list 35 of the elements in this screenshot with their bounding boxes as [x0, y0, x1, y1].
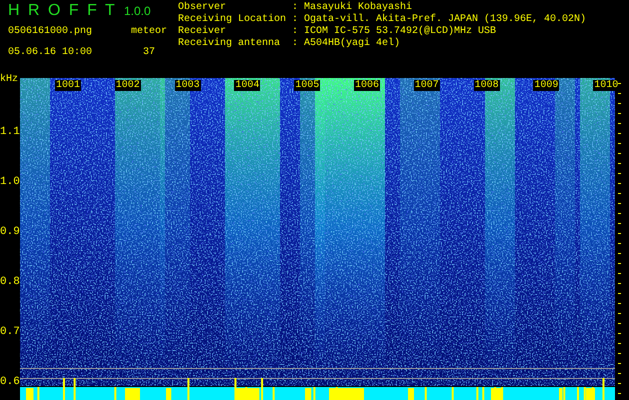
x-axis-label: 1008: [474, 80, 500, 91]
x-axis-label: 1005: [294, 80, 320, 91]
x-axis-label: 1001: [55, 80, 82, 91]
meteor-count: 37: [142, 46, 155, 58]
station-label: Receiving antenna: [178, 38, 282, 50]
x-axis-label: 1004: [234, 80, 260, 91]
station-label: Observer: [178, 2, 228, 14]
file-name: 0506161000.png: [8, 26, 92, 36]
separator: :: [292, 2, 300, 14]
unit-label: kHz: [0, 74, 18, 86]
y-axis-label: 0.9: [0, 226, 20, 238]
station-value: Ogata-vill. Akita-Pref. JAPAN (139.96E, 40.02N): [304, 14, 586, 26]
separator: :: [292, 38, 300, 50]
y-axis-label: 1.0: [0, 176, 20, 188]
app-title: H R O F F T: [8, 2, 116, 20]
station-value: A504HB(yagi 4el): [304, 38, 402, 50]
y-axis-label: 1.1: [0, 126, 20, 138]
app-version: 1.0.0: [123, 4, 152, 18]
y-axis-label: 0.6: [0, 376, 20, 388]
timestamp: 05.06.16 10:00: [8, 46, 92, 58]
meteor-label: meteor: [130, 26, 167, 36]
separator: :: [292, 14, 300, 26]
station-value: ICOM IC-575 53.7492(@LCD)MHz USB: [304, 26, 498, 38]
station-label: Receiver: [178, 26, 228, 38]
x-axis-label: 1006: [354, 80, 380, 91]
y-axis-label: 0.8: [0, 276, 20, 288]
x-axis-label: 1010: [593, 80, 620, 91]
x-axis-label: 1003: [174, 80, 201, 91]
x-axis-label: 1002: [114, 80, 141, 91]
y-axis-label: 0.7: [0, 326, 20, 338]
separator: :: [292, 26, 300, 38]
station-value: Masayuki Kobayashi: [304, 2, 414, 14]
x-axis-label: 1009: [533, 80, 560, 91]
station-label: Receiving Location: [178, 14, 288, 26]
x-axis-label: 1007: [414, 80, 440, 91]
